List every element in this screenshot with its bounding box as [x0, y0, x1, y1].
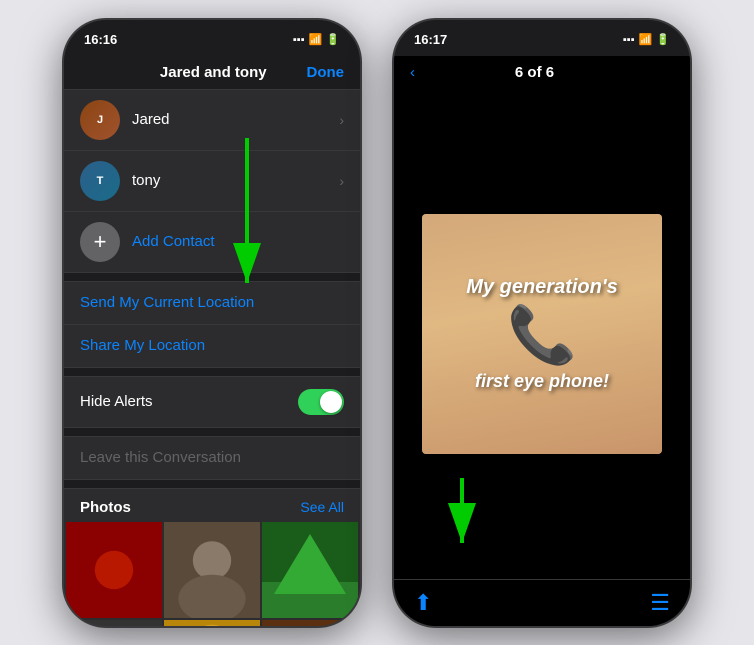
wifi-icon-1: 📶	[309, 33, 323, 46]
toggle-thumb	[320, 391, 342, 413]
viewer-title: 6 of 6	[515, 64, 554, 81]
done-button[interactable]: Done	[307, 64, 345, 81]
phone-1: 16:16 ▪▪▪ 📶 🔋 Jared and tony Done J Jare…	[62, 18, 362, 628]
phone-1-content: Jared and tony Done J Jared › T tony ›	[64, 56, 360, 626]
notch-1	[152, 20, 272, 48]
time-2: 16:17	[414, 32, 447, 47]
photos-title: Photos	[80, 499, 131, 516]
hide-alerts-row: Hide Alerts	[64, 377, 360, 427]
photos-grid: My gen	[64, 522, 360, 626]
photo-thumb-5[interactable]	[262, 620, 358, 626]
avatar-jared: J	[80, 100, 120, 140]
leave-row[interactable]: Leave this Conversation	[64, 437, 360, 479]
photo-svg-3	[66, 620, 162, 626]
battery-icon-1: 🔋	[326, 33, 340, 46]
signal-icon-1: ▪▪▪	[293, 34, 305, 46]
viewer-toolbar: ⬆ ☰	[394, 579, 690, 626]
chevron-jared: ›	[339, 112, 344, 128]
contact-row-tony[interactable]: T tony ›	[64, 151, 360, 212]
meme-bottom-text: first eye phone!	[467, 363, 617, 400]
viewer-main: My generation's 📞 first eye phone!	[394, 89, 690, 579]
meme-top-text: My generation's	[458, 268, 625, 307]
photo-thumb-1[interactable]	[164, 522, 260, 618]
status-icons-1: ▪▪▪ 📶 🔋	[293, 33, 340, 46]
contact-name-tony: tony	[132, 172, 339, 189]
viewer-nav: ‹ 6 of 6	[394, 56, 690, 89]
avatar-tony: T	[80, 161, 120, 201]
nav-bar-1: Jared and tony Done	[64, 56, 360, 90]
photo-thumb-2[interactable]	[262, 522, 358, 618]
see-all-button[interactable]: See All	[300, 499, 344, 515]
toy-phone-icon: 📞	[507, 307, 577, 363]
contact-name-jared: Jared	[132, 111, 339, 128]
toggle-section: Hide Alerts	[64, 376, 360, 428]
add-contact-row[interactable]: + Add Contact	[64, 212, 360, 273]
photos-header: Photos See All	[64, 489, 360, 522]
send-location-label: Send My Current Location	[80, 294, 254, 311]
action-section: Send My Current Location Share My Locati…	[64, 281, 360, 368]
leave-label: Leave this Conversation	[80, 449, 241, 466]
phone-2-shell: 16:17 ▪▪▪ 📶 🔋 ‹ 6 of 6 My generation's	[392, 18, 692, 628]
hide-alerts-label: Hide Alerts	[80, 393, 153, 410]
photo-svg-4	[164, 620, 260, 626]
phone-1-shell: 16:16 ▪▪▪ 📶 🔋 Jared and tony Done J Jare…	[62, 18, 362, 628]
phone-2: 16:17 ▪▪▪ 📶 🔋 ‹ 6 of 6 My generation's	[392, 18, 692, 628]
leave-section: Leave this Conversation	[64, 436, 360, 480]
list-button[interactable]: ☰	[650, 590, 670, 616]
photo-viewer: ‹ 6 of 6 My generation's 📞 first eye pho…	[394, 56, 690, 626]
add-contact-label: Add Contact	[132, 233, 215, 250]
photo-svg-5	[262, 620, 358, 626]
wifi-icon-2: 📶	[639, 33, 653, 46]
photo-thumb-3[interactable]	[66, 620, 162, 626]
hide-alerts-toggle[interactable]	[298, 389, 344, 415]
conversation-title: Jared and tony	[120, 64, 307, 81]
battery-icon-2: 🔋	[656, 33, 670, 46]
share-location-label: Share My Location	[80, 337, 205, 354]
status-icons-2: ▪▪▪ 📶 🔋	[623, 33, 670, 46]
photo-svg-1	[164, 522, 260, 618]
share-button[interactable]: ⬆	[414, 590, 432, 616]
meme-image: My generation's 📞 first eye phone!	[422, 214, 662, 454]
photo-thumb-4[interactable]	[164, 620, 260, 626]
time-1: 16:16	[84, 32, 117, 47]
photo-svg-2	[262, 522, 358, 618]
share-location-row[interactable]: Share My Location	[64, 325, 360, 367]
photo-thumb-0[interactable]	[66, 522, 162, 618]
viewer-back-button[interactable]: ‹	[410, 64, 415, 81]
signal-icon-2: ▪▪▪	[623, 34, 635, 46]
chevron-tony: ›	[339, 173, 344, 189]
send-location-row[interactable]: Send My Current Location	[64, 282, 360, 325]
contact-row-jared[interactable]: J Jared ›	[64, 90, 360, 151]
notch-2	[482, 20, 602, 48]
add-icon: +	[80, 222, 120, 262]
photo-svg-0	[66, 522, 162, 618]
photos-section: Photos See All	[64, 488, 360, 626]
